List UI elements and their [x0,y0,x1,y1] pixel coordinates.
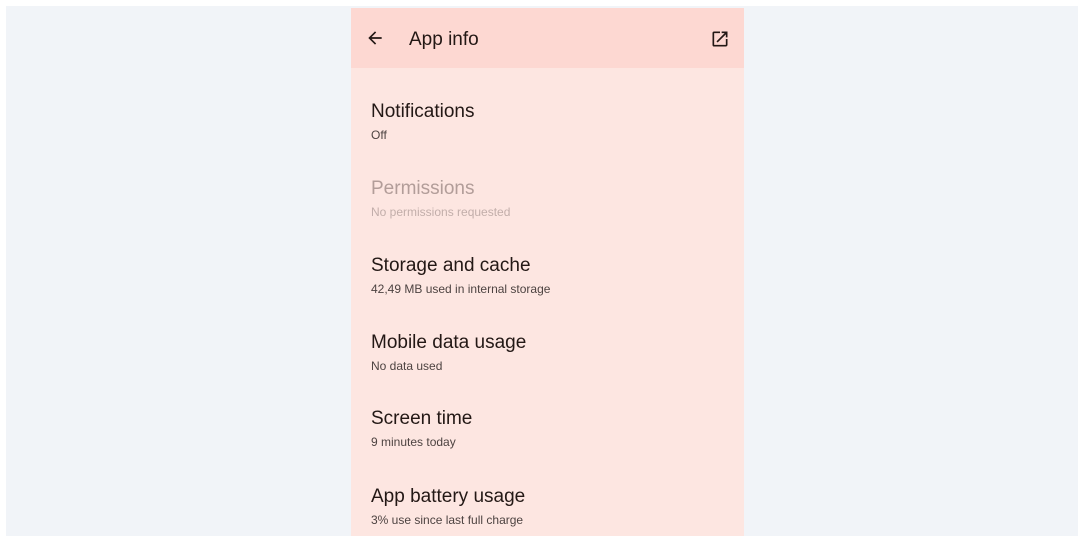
app-info-screen: App info Notifications Off Permissions N… [351,8,744,536]
arrow-back-icon [368,31,382,45]
setting-title: Storage and cache [371,255,531,276]
setting-mobile-data-usage[interactable]: Mobile data usage No data used [371,331,731,391]
setting-subtitle: 3% use since last full charge [371,513,524,527]
setting-subtitle: No data used [371,359,443,373]
setting-subtitle: Off [371,128,387,142]
setting-app-battery-usage[interactable]: App battery usage 3% use since last full… [371,485,731,536]
setting-screen-time[interactable]: Screen time 9 minutes today [371,407,731,467]
back-button[interactable] [361,24,389,52]
page-title: App info [409,29,479,50]
setting-title: Screen time [371,408,473,429]
setting-title: Notifications [371,101,475,122]
setting-notifications[interactable]: Notifications Off [371,100,731,160]
open-app-button[interactable] [707,26,733,52]
setting-title: App battery usage [371,486,526,507]
setting-subtitle: No permissions requested [371,205,511,219]
setting-permissions: Permissions No permissions requested [371,177,731,237]
setting-title: Mobile data usage [371,332,527,353]
setting-storage-and-cache[interactable]: Storage and cache 42,49 MB used in inter… [371,254,731,314]
setting-subtitle: 9 minutes today [371,435,456,449]
open-in-new-icon [712,31,728,47]
setting-subtitle: 42,49 MB used in internal storage [371,282,551,296]
top-app-bar: App info [351,8,744,68]
setting-title: Permissions [371,178,475,199]
